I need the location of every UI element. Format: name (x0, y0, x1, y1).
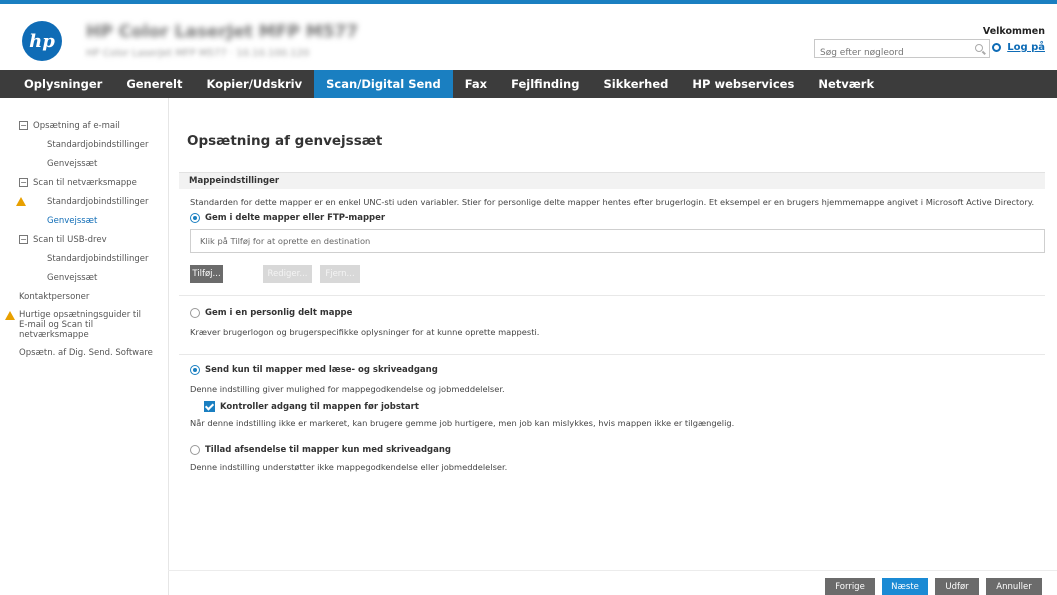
tab-scan-digital-send[interactable]: Scan/Digital Send (314, 70, 453, 98)
sidebar-item-label[interactable]: netværksmappe (19, 330, 168, 340)
destination-list[interactable]: Klik på Tilføj for at oprette en destina… (190, 229, 1045, 253)
warning-icon (5, 311, 15, 320)
radio-label[interactable]: Gem i en personlig delt mappe (205, 308, 352, 318)
sidebar-item-scan-usb[interactable]: − Scan til USB-drev (0, 230, 168, 249)
sidebar-item-folder-quicksets[interactable]: Genvejssæt (0, 211, 168, 230)
product-title: HP Color LaserJet MFP M577 (86, 22, 359, 42)
radio-read-write[interactable]: Send kun til mapper med læse- og skrivea… (190, 365, 438, 375)
sidebar-item-usb-defaults[interactable]: Standardjobindstillinger (0, 249, 168, 268)
section-description: Standarden for dette mapper er en enkel … (190, 197, 1035, 207)
sidebar-item-label[interactable]: Genvejssæt (47, 216, 97, 226)
personal-description: Kræver brugerlogon og brugerspecifikke o… (190, 327, 540, 337)
tab-oplysninger[interactable]: Oplysninger (12, 70, 114, 98)
collapse-icon[interactable]: − (19, 235, 28, 244)
sidebar-item-contacts[interactable]: Kontaktpersoner (0, 287, 168, 306)
sidebar: − Opsætning af e-mail Standardjobindstil… (0, 116, 168, 362)
add-button[interactable]: Tilføj... (190, 265, 223, 283)
tab-hp-webservices[interactable]: HP webservices (680, 70, 806, 98)
sidebar-item-label[interactable]: Genvejssæt (47, 273, 97, 283)
radio-button[interactable] (190, 445, 200, 455)
next-button[interactable]: Næste (882, 578, 928, 595)
sidebar-item-email-defaults[interactable]: Standardjobindstillinger (0, 135, 168, 154)
remove-button[interactable]: Fjern... (320, 265, 360, 283)
write-only-description: Denne indstilling understøtter ikke mapp… (190, 462, 508, 472)
collapse-icon[interactable]: − (19, 121, 28, 130)
verify-access-checkbox[interactable] (204, 401, 215, 412)
hp-logo: hp (22, 21, 62, 61)
product-subtitle: HP Color LaserJet MFP M577 · 10.10.100.1… (86, 48, 310, 59)
sidebar-item-label[interactable]: Kontaktpersoner (19, 292, 89, 302)
welcome-text: Velkommen (982, 26, 1045, 37)
sidebar-item-scan-folder[interactable]: − Scan til netværksmappe (0, 173, 168, 192)
tab-fejlfinding[interactable]: Fejlfinding (499, 70, 591, 98)
login-link[interactable]: Log på (992, 42, 1045, 53)
page-title: Opsætning af genvejssæt (187, 133, 383, 149)
sidebar-item-label[interactable]: Scan til USB-drev (33, 235, 107, 245)
radio-button[interactable] (190, 308, 200, 318)
verify-description: Når denne indstilling ikke er markeret, … (190, 418, 735, 428)
radio-shared-folders[interactable]: Gem i delte mapper eller FTP-mapper (190, 213, 385, 223)
header: hp HP Color LaserJet MFP M577 HP Color L… (0, 4, 1057, 70)
tab-kopier-udskriv[interactable]: Kopier/Udskriv (194, 70, 314, 98)
sidebar-item-label[interactable]: Standardjobindstillinger (47, 197, 149, 207)
sidebar-item-label[interactable]: Hurtige opsætningsguider til (19, 310, 168, 320)
sidebar-item-label[interactable]: Opsætning af e-mail (33, 121, 120, 131)
tab-fax[interactable]: Fax (453, 70, 499, 98)
sidebar-item-email-quicksets[interactable]: Genvejssæt (0, 154, 168, 173)
radio-label[interactable]: Send kun til mapper med læse- og skrivea… (205, 365, 438, 375)
main-nav: Oplysninger Generelt Kopier/Udskriv Scan… (0, 70, 1057, 98)
search-box[interactable] (814, 39, 990, 62)
sidebar-item-label[interactable]: Standardjobindstillinger (47, 140, 149, 150)
tab-sikkerhed[interactable]: Sikkerhed (591, 70, 680, 98)
read-write-description: Denne indstilling giver mulighed for map… (190, 384, 505, 394)
radio-personal-folder[interactable]: Gem i en personlig delt mappe (190, 308, 352, 318)
cancel-button[interactable]: Annuller (986, 578, 1042, 595)
sidebar-item-label[interactable]: Opsætn. af Dig. Send. Software (19, 348, 153, 358)
section-header: Mappeindstillinger (179, 172, 1045, 189)
sidebar-item-label[interactable]: Scan til netværksmappe (33, 178, 137, 188)
divider (179, 295, 1045, 296)
sidebar-item-label[interactable]: Standardjobindstillinger (47, 254, 149, 264)
collapse-icon[interactable]: − (19, 178, 28, 187)
sidebar-item-label[interactable]: E-mail og Scan til (19, 320, 168, 330)
previous-button[interactable]: Forrige (825, 578, 875, 595)
checkbox-label[interactable]: Kontroller adgang til mappen før jobstar… (220, 402, 419, 412)
radio-button[interactable] (190, 213, 200, 223)
sidebar-item-quick-setup[interactable]: Hurtige opsætningsguider til E-mail og S… (0, 310, 168, 340)
warning-icon (16, 197, 26, 206)
verify-access-checkbox-row[interactable]: Kontroller adgang til mappen før jobstar… (204, 401, 419, 412)
divider (179, 354, 1045, 355)
main-content: Opsætning af genvejssæt Mappeindstilling… (168, 98, 1057, 595)
sidebar-item-dss-setup[interactable]: Opsætn. af Dig. Send. Software (0, 343, 168, 362)
radio-label[interactable]: Tillad afsendelse til mapper kun med skr… (205, 445, 451, 455)
search-input[interactable] (815, 44, 965, 62)
sidebar-item-folder-defaults[interactable]: Standardjobindstillinger (0, 192, 168, 211)
login-icon (992, 43, 1002, 52)
edit-button[interactable]: Rediger... (263, 265, 312, 283)
tab-netvaerk[interactable]: Netværk (806, 70, 886, 98)
sidebar-item-label[interactable]: Genvejssæt (47, 159, 97, 169)
tab-generelt[interactable]: Generelt (114, 70, 194, 98)
sidebar-item-email-setup[interactable]: − Opsætning af e-mail (0, 116, 168, 135)
sidebar-item-usb-quicksets[interactable]: Genvejssæt (0, 268, 168, 287)
login-label[interactable]: Log på (1007, 42, 1045, 53)
search-icon[interactable] (975, 44, 983, 52)
radio-write-only[interactable]: Tillad afsendelse til mapper kun med skr… (190, 445, 451, 455)
footer-actions: Forrige Næste Udfør Annuller (168, 570, 1057, 595)
radio-label[interactable]: Gem i delte mapper eller FTP-mapper (205, 213, 385, 223)
radio-button[interactable] (190, 365, 200, 375)
execute-button[interactable]: Udfør (935, 578, 979, 595)
